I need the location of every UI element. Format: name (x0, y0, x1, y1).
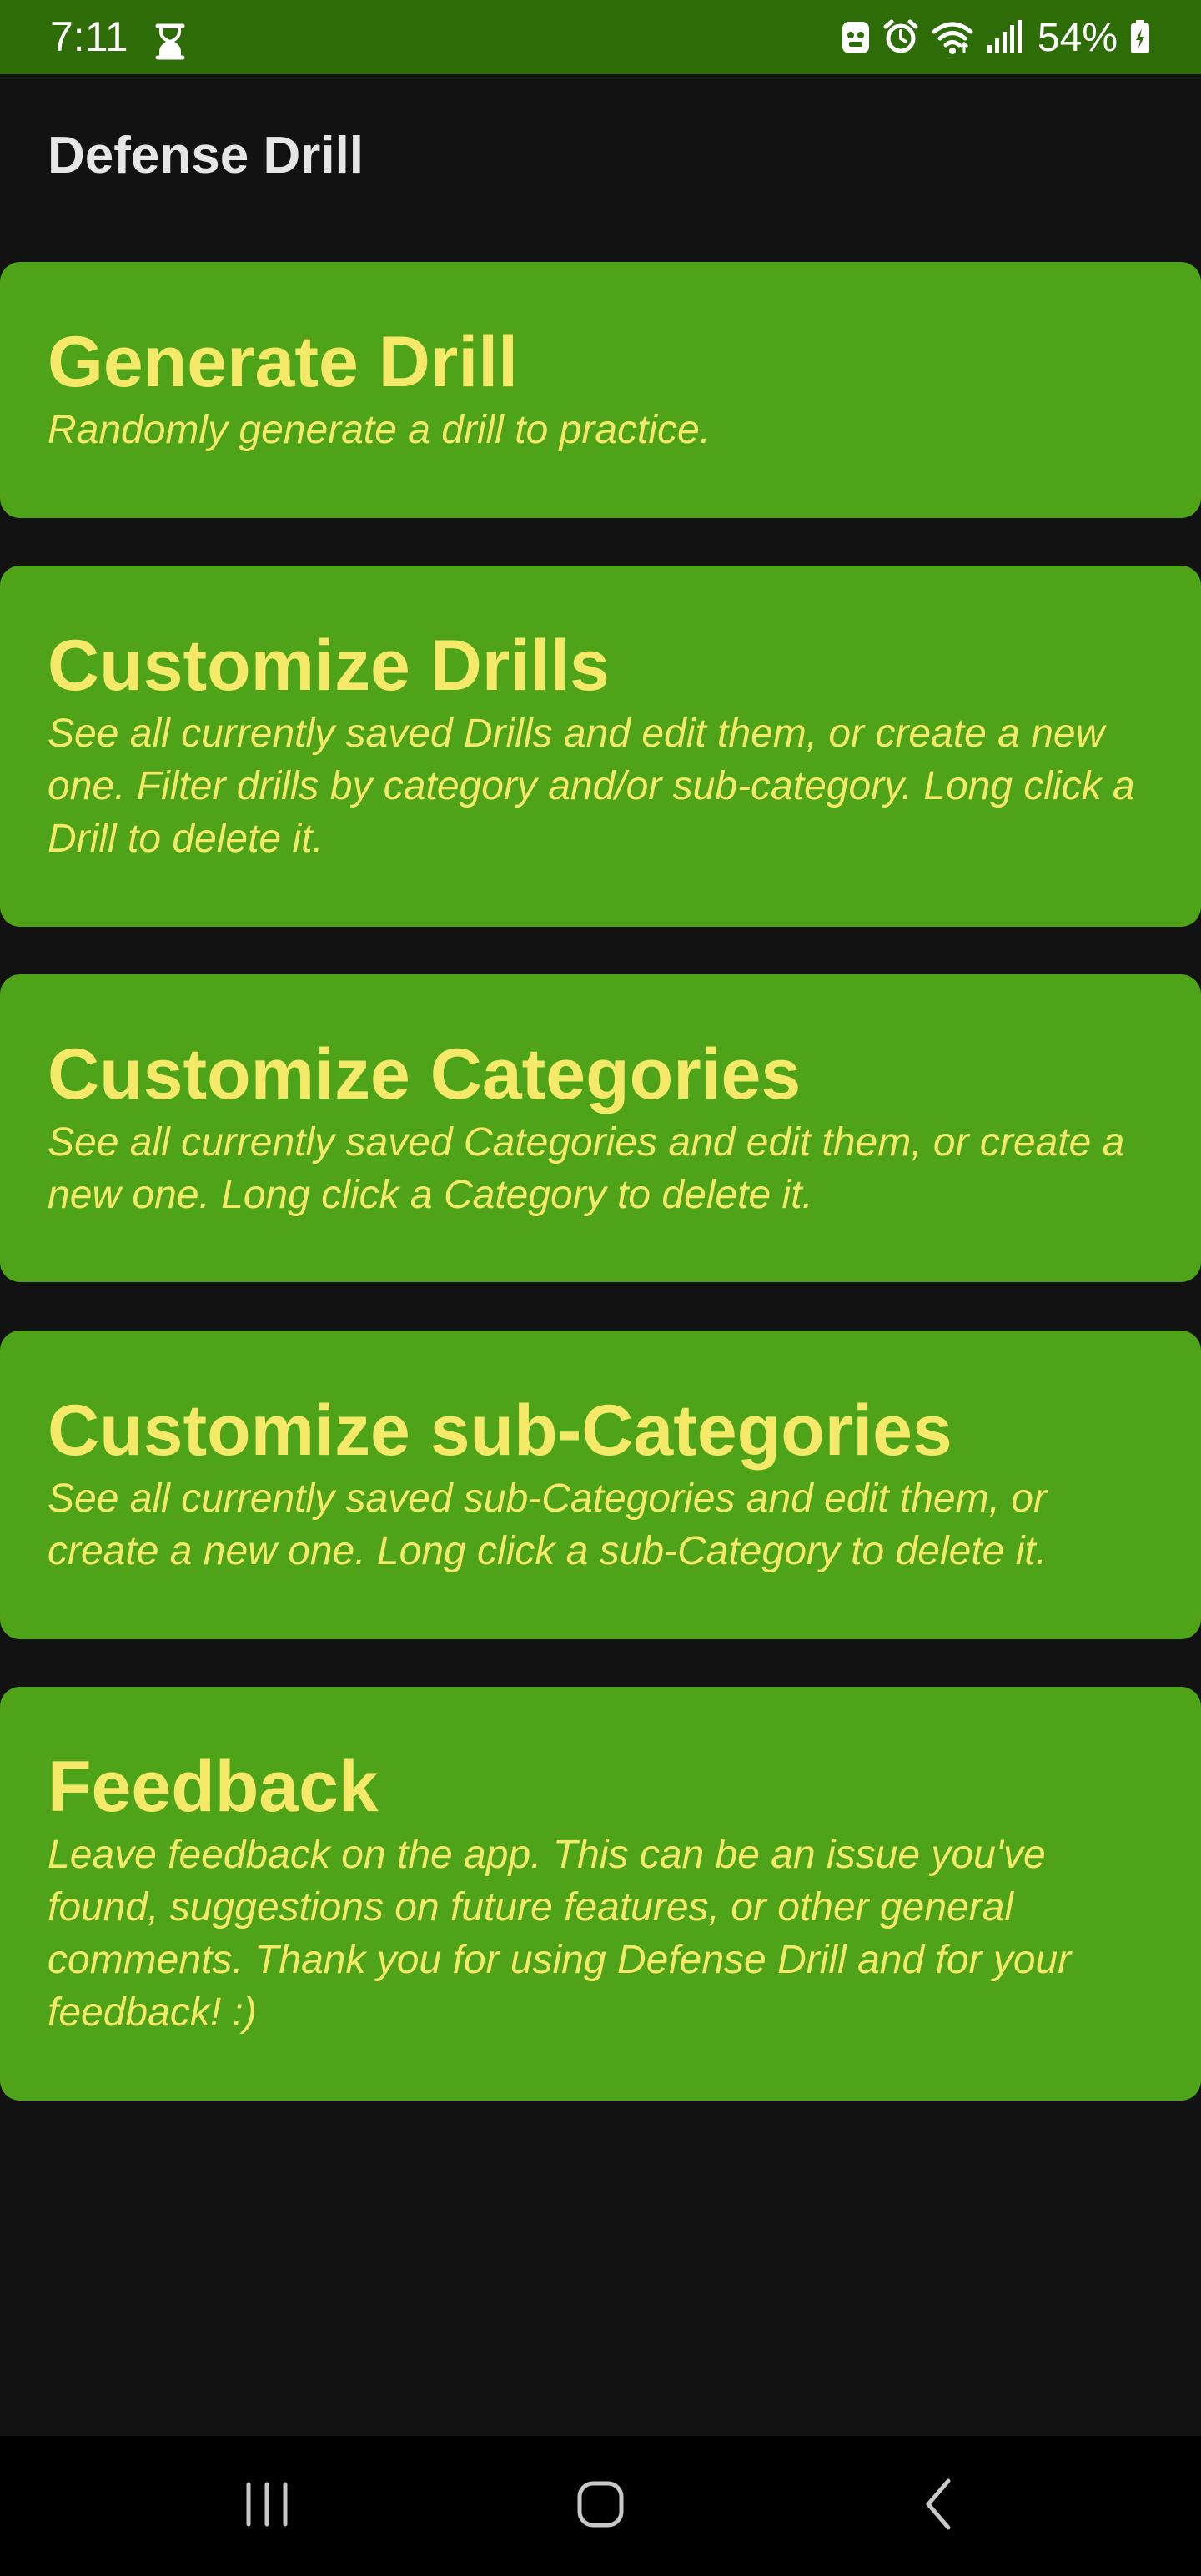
status-bar: 7:11 54% (0, 0, 1201, 74)
card-title: Generate Drill (48, 322, 518, 402)
alarm-icon (882, 18, 919, 59)
feedback-card[interactable]: Feedback Leave feedback on the app. This… (0, 1687, 1201, 2101)
card-description: See all currently saved sub-Categories a… (48, 1477, 1048, 1573)
customize-categories-card[interactable]: Customize Categories See all currently s… (0, 974, 1201, 1282)
card-title: Customize sub-Categories (48, 1391, 952, 1471)
recent-apps-icon (242, 2481, 292, 2532)
card-title: Feedback (48, 1747, 379, 1827)
battery-charging-icon (1129, 18, 1151, 59)
customize-sub-categories-card[interactable]: Customize sub-Categories See all current… (0, 1331, 1201, 1639)
card-description: See all currently saved Drills and edit … (48, 712, 1135, 861)
wifi-icon (931, 18, 974, 59)
home-button[interactable] (550, 2464, 651, 2548)
recent-apps-button[interactable] (217, 2464, 317, 2548)
signal-icon (986, 18, 1023, 59)
card-title: Customize Drills (48, 626, 610, 706)
battery-percent: 54% (1037, 16, 1118, 60)
status-time: 7:11 (50, 13, 128, 60)
card-description: Randomly generate a drill to practice. (48, 408, 711, 452)
card-title: Customize Categories (48, 1034, 802, 1114)
home-icon (575, 2479, 626, 2533)
back-icon (920, 2478, 957, 2535)
app-bar: Defense Drill (0, 74, 1201, 241)
back-button[interactable] (888, 2464, 988, 2548)
hourglass-icon (155, 23, 185, 60)
app-title: Defense Drill (48, 127, 364, 184)
card-description: Leave feedback on the app. This can be a… (48, 1833, 1072, 2035)
customize-drills-card[interactable]: Customize Drills See all currently saved… (0, 566, 1201, 927)
generate-drill-card[interactable]: Generate Drill Randomly generate a drill… (0, 262, 1201, 518)
app-notification-icon (841, 18, 871, 59)
status-icons: 54% (841, 15, 1151, 62)
card-description: See all currently saved Categories and e… (48, 1120, 1125, 1217)
navigation-bar (0, 2436, 1201, 2576)
